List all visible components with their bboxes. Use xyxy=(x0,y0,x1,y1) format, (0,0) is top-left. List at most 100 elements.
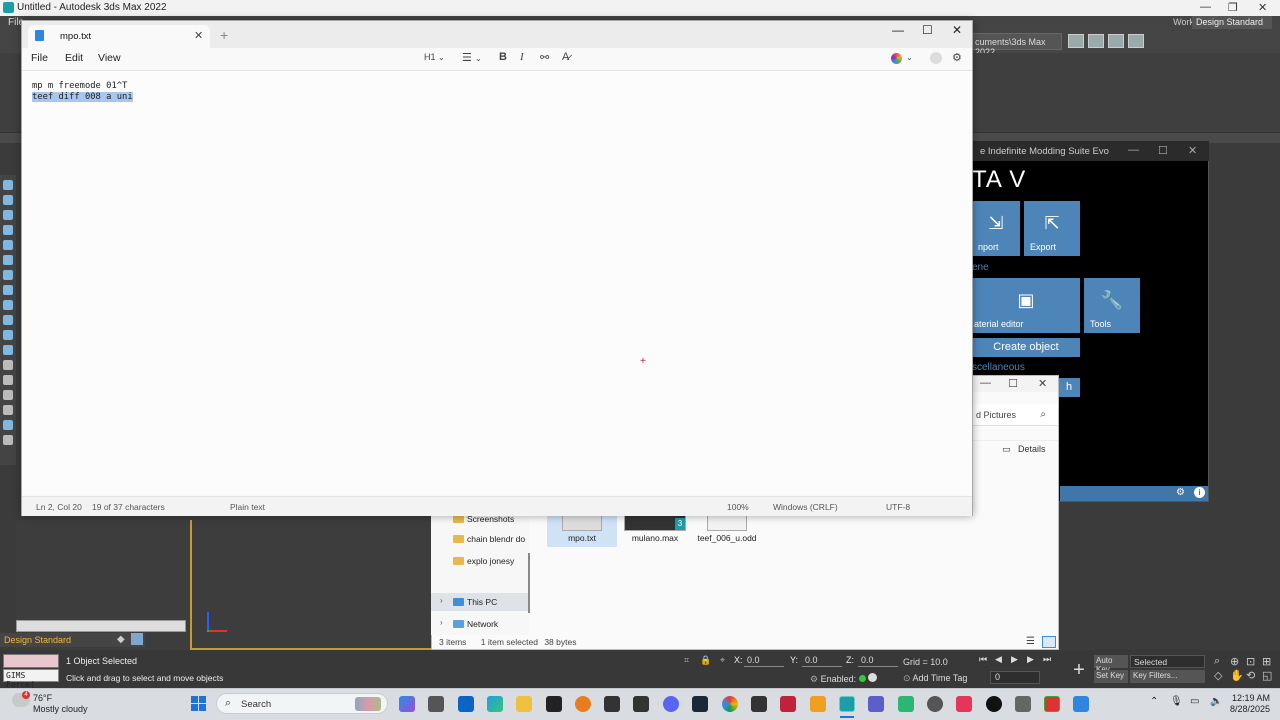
blender-icon[interactable] xyxy=(575,696,591,712)
pan-icon[interactable]: ✋ xyxy=(1230,669,1244,682)
project-folder-icon[interactable] xyxy=(1068,34,1084,48)
z-coordinate-field[interactable]: 0.0 xyxy=(858,655,898,667)
x-coordinate-field[interactable]: 0.0 xyxy=(744,655,784,667)
copilot-app-icon[interactable] xyxy=(399,696,415,712)
snap-tool-icon[interactable] xyxy=(3,285,13,295)
key-filters-button[interactable]: Key Filters... xyxy=(1130,670,1205,683)
explorer-search-box[interactable]: d Pictures ⌕ xyxy=(972,404,1058,426)
encoding[interactable]: UTF-8 xyxy=(886,502,910,512)
list-dropdown[interactable]: ☰ ⌄ xyxy=(462,51,482,64)
clear-formatting-icon[interactable]: A̷ xyxy=(562,51,569,63)
layer-tool-icon[interactable] xyxy=(3,330,13,340)
music-app-icon[interactable] xyxy=(956,696,972,712)
link-icon[interactable]: ⚯ xyxy=(540,51,549,64)
nav-item-chain-blendr[interactable]: chain blendr do xyxy=(431,530,529,548)
file-explorer-icon[interactable] xyxy=(516,696,532,712)
add-time-tag[interactable]: ⊙ Add Time Tag xyxy=(903,673,967,684)
time-slider[interactable] xyxy=(16,620,186,632)
zoom-extents-icon[interactable]: ⊡ xyxy=(1246,655,1255,668)
close-icon[interactable]: ✕ xyxy=(1038,377,1047,390)
project-folder-icon-2[interactable] xyxy=(1088,34,1104,48)
notepad-app-icon[interactable] xyxy=(546,696,562,712)
goto-start-icon[interactable]: ⏮ xyxy=(979,654,987,665)
tool-app-icon[interactable] xyxy=(751,696,767,712)
zoom-all-icon[interactable]: ⊕ xyxy=(1230,655,1239,668)
auto-key-button[interactable]: Auto Key xyxy=(1094,655,1128,674)
tab-mpo-txt[interactable]: mpo.txt ✕ xyxy=(28,25,210,48)
set-keys-plus-icon[interactable]: + xyxy=(1068,660,1090,682)
move-tool-icon[interactable] xyxy=(3,195,13,205)
prev-frame-icon[interactable]: ◀ xyxy=(995,654,1002,665)
workspaces-dropdown[interactable]: Design Standard xyxy=(1192,16,1272,29)
chrome-icon[interactable] xyxy=(722,696,738,712)
project-folder-icon-3[interactable] xyxy=(1108,34,1124,48)
next-frame-icon[interactable]: ▶ xyxy=(1027,654,1034,665)
project-path-field[interactable]: cuments\3ds Max 2022 xyxy=(972,33,1062,57)
goto-end-icon[interactable]: ⏭ xyxy=(1043,654,1051,665)
chevron-up-icon[interactable]: ⌃ xyxy=(1150,696,1158,707)
chevron-right-icon[interactable]: › xyxy=(440,618,443,627)
teams-icon[interactable] xyxy=(868,696,884,712)
3dsmax-taskbar-icon[interactable] xyxy=(839,696,855,712)
edge-icon[interactable] xyxy=(487,696,503,712)
info-icon[interactable]: i xyxy=(1194,487,1205,498)
render-tool-icon[interactable] xyxy=(3,375,13,385)
microphone-icon[interactable]: 🎙 xyxy=(1170,696,1183,707)
minimize-icon[interactable]: — xyxy=(980,377,991,389)
task-view-icon[interactable] xyxy=(428,696,444,712)
fov-icon[interactable]: ◇ xyxy=(1214,669,1222,682)
weather-temperature[interactable]: 76°F xyxy=(33,693,52,703)
minimize-icon[interactable]: — xyxy=(892,23,904,37)
rockstar-launcher-icon[interactable] xyxy=(633,696,649,712)
nav-item-this-pc[interactable]: › This PC xyxy=(431,593,529,611)
scale-tool-icon[interactable] xyxy=(3,225,13,235)
dark-app-icon[interactable] xyxy=(986,696,1002,712)
details-pane-button[interactable]: ▭ Details xyxy=(972,440,1058,458)
taskbar-search-box[interactable]: ⌕ Search xyxy=(216,693,388,714)
maxscript-listener-swatch[interactable] xyxy=(3,654,59,668)
tab-close-icon[interactable]: ✕ xyxy=(194,29,203,42)
heading-dropdown[interactable]: H1 ⌄ xyxy=(424,52,445,62)
export-tile[interactable]: ⇱ Export xyxy=(1024,201,1080,256)
italic-icon[interactable]: I xyxy=(520,51,524,63)
material-editor-tile[interactable]: ▣ aterial editor xyxy=(972,278,1080,333)
text-format[interactable]: Plain text xyxy=(230,502,265,512)
thumbnails-view-icon[interactable] xyxy=(1042,636,1056,648)
filter-tool-icon[interactable] xyxy=(3,405,13,415)
curve-tool-icon[interactable] xyxy=(3,345,13,355)
notepad-taskbar-icon[interactable] xyxy=(1073,696,1089,712)
account-avatar[interactable] xyxy=(930,52,942,64)
nav-pane-scrollbar[interactable] xyxy=(528,553,530,613)
search-tile[interactable]: h xyxy=(1058,378,1080,397)
orbit-icon[interactable]: ⟲ xyxy=(1246,669,1255,682)
unlink-tool-icon[interactable] xyxy=(3,255,13,265)
start-windows-icon[interactable] xyxy=(191,696,207,712)
maximize-icon[interactable]: ❐ xyxy=(1228,1,1238,14)
menu-view[interactable]: View xyxy=(98,52,121,64)
maximize-icon[interactable]: ☐ xyxy=(1158,144,1168,157)
maxscript-mini-listener[interactable]: GIMS Force( xyxy=(3,669,59,689)
details-view-icon[interactable]: ☰ xyxy=(1026,636,1035,647)
material-tool-icon[interactable] xyxy=(3,360,13,370)
adaptive-degradation-toggle[interactable]: ⚙ Enabled: xyxy=(810,673,878,685)
minimize-icon[interactable]: — xyxy=(1200,1,1211,13)
project-folder-icon-4[interactable] xyxy=(1128,34,1144,48)
settings-gear-icon[interactable]: ⚙ xyxy=(1176,487,1185,498)
chevron-down-icon[interactable]: ⌄ xyxy=(906,53,913,62)
file-item-mulano[interactable]: 3 mulano.max xyxy=(620,513,690,547)
viewport-tool-icon[interactable] xyxy=(3,435,13,445)
key-selection-dropdown[interactable]: Selected xyxy=(1130,655,1205,668)
link-tool-icon[interactable] xyxy=(3,240,13,250)
layers-icon[interactable]: ◆ xyxy=(117,634,125,645)
clock-time[interactable]: 12:19 AM xyxy=(1228,693,1270,703)
absolute-mode-icon[interactable]: ⌖ xyxy=(720,655,725,666)
rotate-tool-icon[interactable] xyxy=(3,210,13,220)
y-coordinate-field[interactable]: 0.0 xyxy=(802,655,842,667)
volume-icon[interactable]: 🔈 xyxy=(1210,696,1222,707)
clock-date[interactable]: 8/28/2025 xyxy=(1228,704,1270,714)
display-icon[interactable]: ▭ xyxy=(1190,696,1199,707)
gray-app-icon[interactable] xyxy=(1015,696,1031,712)
green-app-icon[interactable] xyxy=(898,696,914,712)
settings-app-icon[interactable] xyxy=(927,696,943,712)
minimize-icon[interactable]: — xyxy=(1128,144,1139,156)
